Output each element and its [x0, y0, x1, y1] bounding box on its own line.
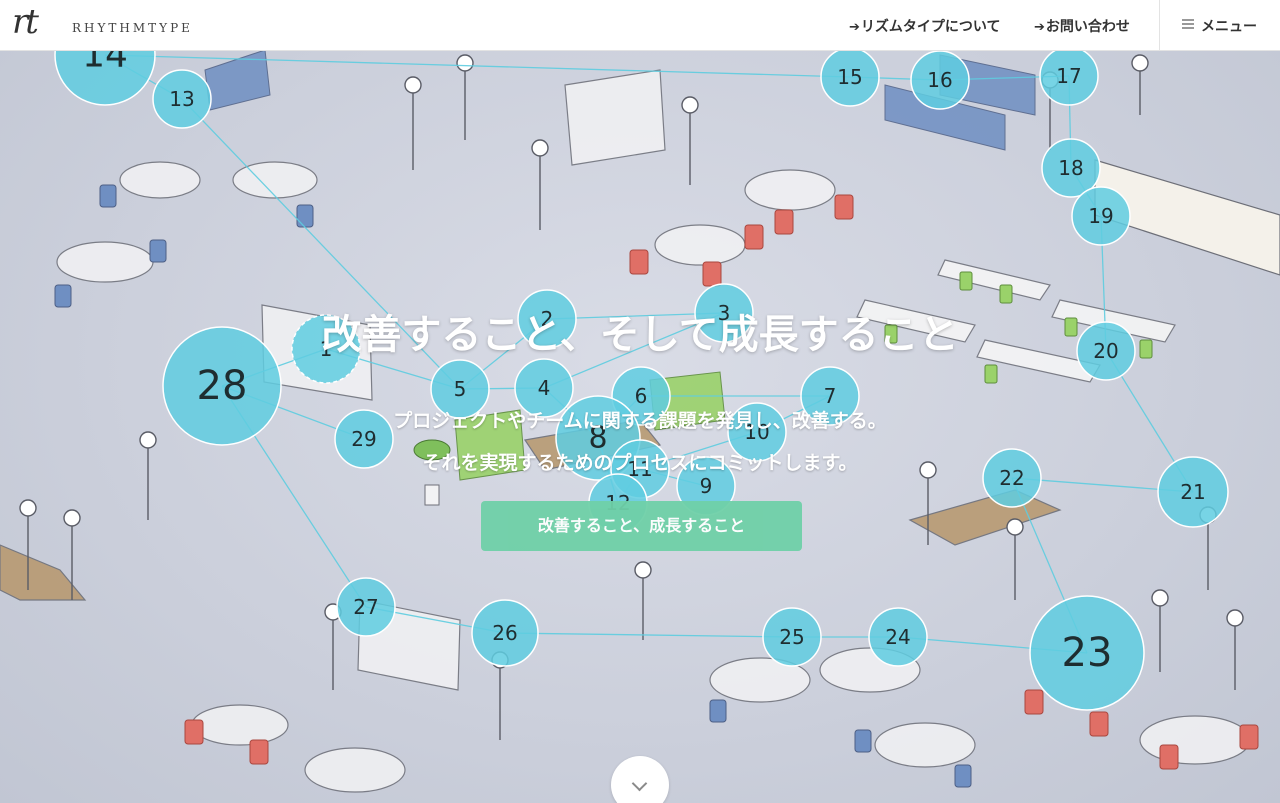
- arrow-right-icon: ➔: [1034, 20, 1045, 35]
- cta-button[interactable]: 改善すること、成長すること: [481, 501, 802, 551]
- nav-contact-link[interactable]: ➔お問い合わせ: [1034, 16, 1130, 36]
- network-node-label: 24: [885, 625, 910, 649]
- logo-mark[interactable]: rt: [12, 2, 39, 42]
- network-node-label: 15: [837, 65, 862, 89]
- network-node-label: 21: [1180, 480, 1205, 504]
- chevron-down-icon: [631, 775, 648, 792]
- network-node-label: 19: [1088, 204, 1113, 228]
- network-node-label: 6: [635, 384, 648, 408]
- menu-label: メニュー: [1201, 19, 1257, 35]
- nav-about-link[interactable]: ➔リズムタイプについて: [849, 16, 1001, 36]
- network-node-label: 4: [538, 376, 551, 400]
- logo-text[interactable]: RHYTHMTYPE: [72, 21, 193, 35]
- hero-title: 改善すること、そして成長すること: [321, 312, 959, 358]
- hamburger-icon: [1182, 19, 1194, 29]
- network-node-label: 17: [1056, 64, 1081, 88]
- network-node-label: 16: [927, 68, 952, 92]
- network-node-label: 26: [492, 621, 517, 645]
- hero-description-line-1: プロジェクトやチームに関する課題を発見し、改善する。: [393, 410, 887, 432]
- network-node-label: 13: [169, 87, 194, 111]
- page: rt RHYTHMTYPE ➔リズムタイプについて ➔お問い合わせ メニュー 1…: [0, 0, 1280, 803]
- network-node-label: 18: [1058, 156, 1083, 180]
- nav-about-label: リズムタイプについて: [860, 19, 1001, 35]
- menu-button[interactable]: メニュー: [1159, 0, 1280, 50]
- network-graph: 1234567891011121314151617181920212223242…: [54, 4, 1229, 711]
- arrow-right-icon: ➔: [849, 20, 860, 35]
- network-node-label: 27: [353, 595, 378, 619]
- site-header: rt RHYTHMTYPE ➔リズムタイプについて ➔お問い合わせ メニュー: [0, 0, 1280, 51]
- network-node-label: 9: [700, 474, 713, 498]
- network-node-label: 5: [454, 377, 467, 401]
- network-node-label: 23: [1062, 630, 1113, 676]
- hero-description-line-2: それを実現するためのプロセスにコミットします。: [422, 452, 858, 474]
- nav-contact-label: お問い合わせ: [1045, 19, 1130, 35]
- network-node-label: 28: [197, 363, 248, 409]
- network-node-label: 25: [779, 625, 804, 649]
- network-node-label: 7: [824, 384, 837, 408]
